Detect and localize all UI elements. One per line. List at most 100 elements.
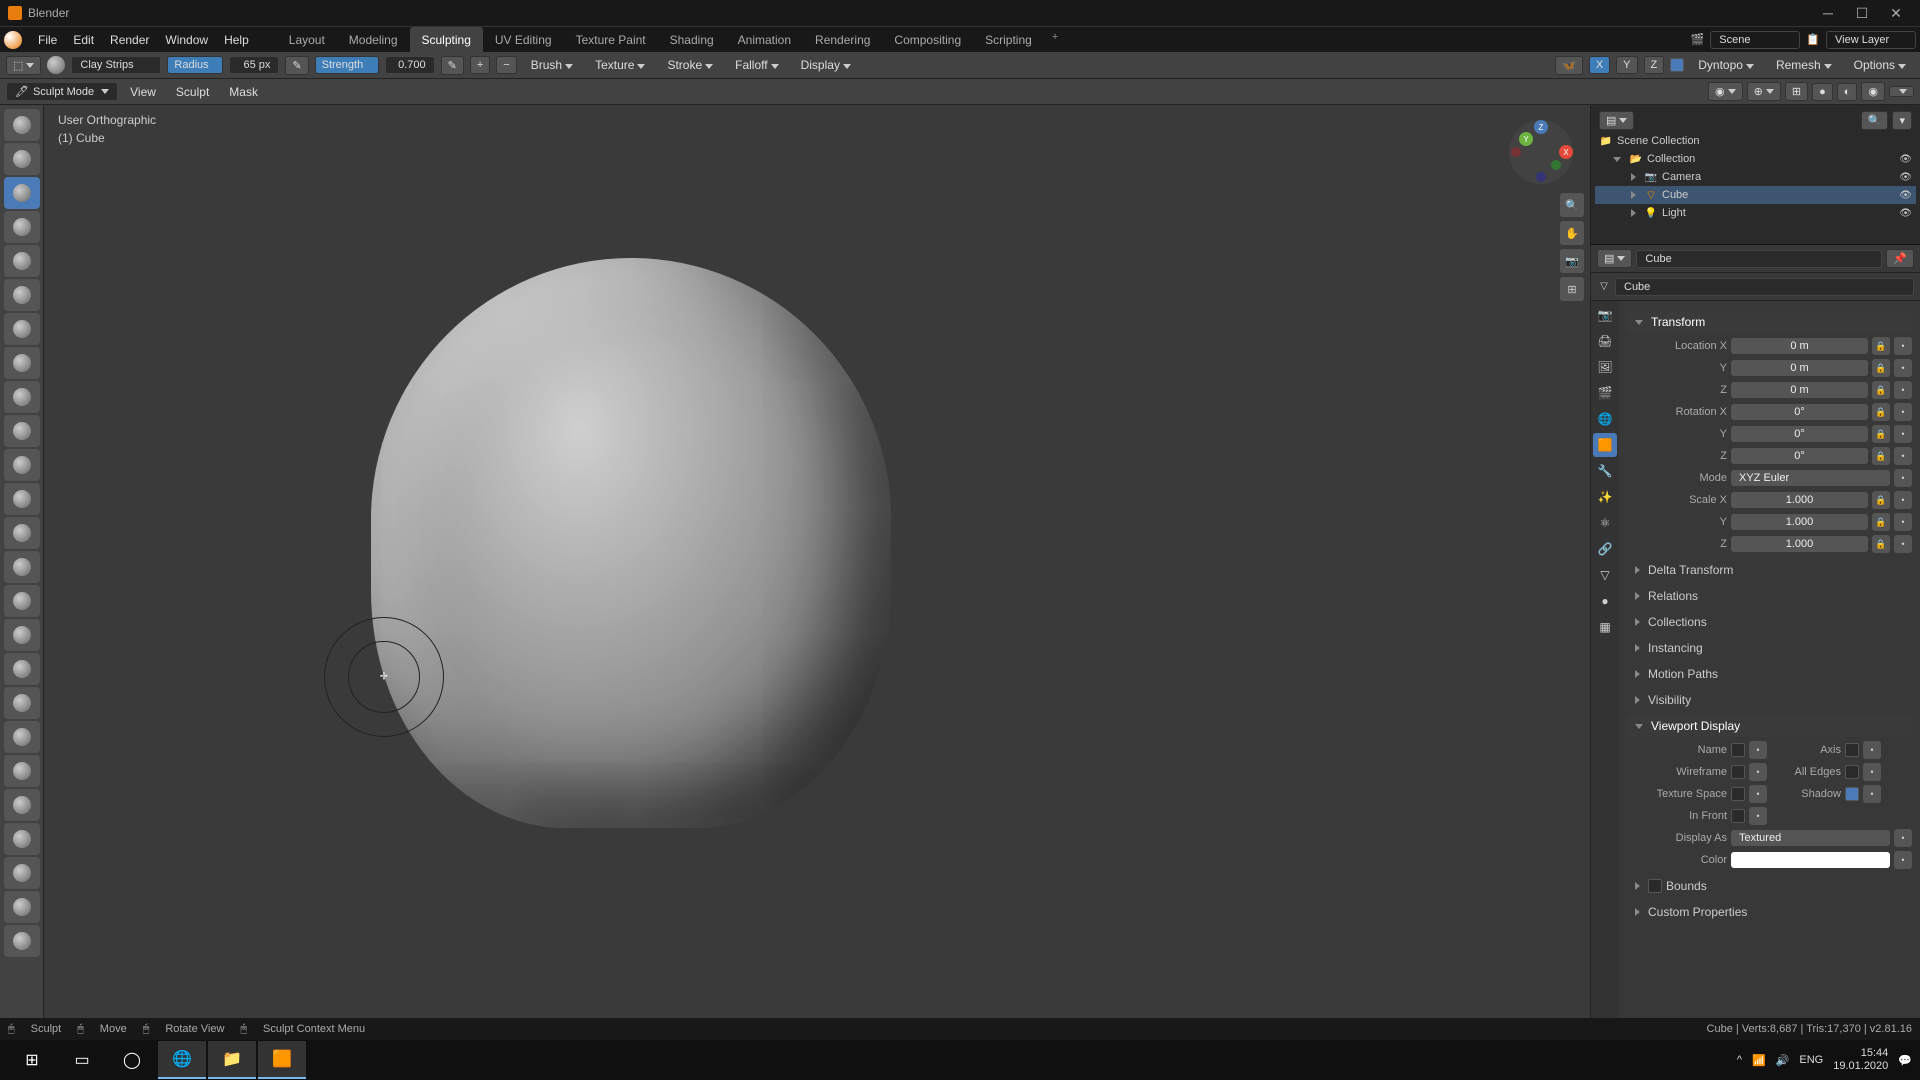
brush-name-field[interactable]: Clay Strips <box>71 56 161 74</box>
scene-tab-icon[interactable]: 🎬 <box>1593 381 1617 405</box>
tab-shading[interactable]: Shading <box>658 27 726 53</box>
anim-dot-icon[interactable]: • <box>1894 381 1912 399</box>
lock-icon[interactable]: 🔒 <box>1872 359 1890 377</box>
scrape-tool-icon[interactable] <box>4 449 40 481</box>
shading-wire-icon[interactable]: ⊞ <box>1785 82 1808 101</box>
shading-render-icon[interactable]: ◉ <box>1861 82 1885 101</box>
lock-icon[interactable]: 🔒 <box>1872 535 1890 553</box>
bounds-checkbox[interactable] <box>1648 879 1662 893</box>
radius-label[interactable]: Radius <box>167 56 223 74</box>
tab-animation[interactable]: Animation <box>726 27 803 53</box>
rotation-y-field[interactable]: 0° <box>1731 426 1868 442</box>
view-menu[interactable]: View <box>122 85 164 99</box>
snake-hook-tool-icon[interactable] <box>4 585 40 617</box>
light-item[interactable]: 💡 Light 👁 <box>1595 204 1916 222</box>
show-name-checkbox[interactable] <box>1731 743 1745 757</box>
outliner-search-icon[interactable]: 🔍 <box>1861 111 1889 130</box>
anim-dot-icon[interactable]: • <box>1863 741 1881 759</box>
mask-menu[interactable]: Mask <box>221 85 266 99</box>
mask-tool-icon[interactable] <box>4 789 40 821</box>
stroke-menu[interactable]: Stroke <box>659 58 721 72</box>
tab-rendering[interactable]: Rendering <box>803 27 882 53</box>
anim-dot-icon[interactable]: • <box>1863 763 1881 781</box>
anim-dot-icon[interactable]: • <box>1894 359 1912 377</box>
motion-paths-header[interactable]: Motion Paths <box>1627 663 1912 685</box>
output-tab-icon[interactable]: 🖨 <box>1593 329 1617 353</box>
notifications-icon[interactable]: 💬 <box>1898 1054 1912 1067</box>
texture-tab-icon[interactable]: ▦ <box>1593 615 1617 639</box>
shading-dropdown-icon[interactable] <box>1889 86 1914 97</box>
options-menu[interactable]: Options <box>1846 58 1914 72</box>
tab-modeling[interactable]: Modeling <box>337 27 410 53</box>
close-button[interactable]: ✕ <box>1880 3 1912 23</box>
nudge-tool-icon[interactable] <box>4 687 40 719</box>
props-editor-type-icon[interactable]: ▤ <box>1597 249 1632 268</box>
modifier-tab-icon[interactable]: 🔧 <box>1593 459 1617 483</box>
visibility-toggle-icon[interactable]: 👁 <box>1899 190 1912 201</box>
world-tab-icon[interactable]: 🌐 <box>1593 407 1617 431</box>
scene-collection-item[interactable]: 📁 Scene Collection <box>1595 132 1916 150</box>
anim-dot-icon[interactable]: • <box>1749 807 1767 825</box>
material-tab-icon[interactable]: ● <box>1593 589 1617 613</box>
blender-taskbar-icon[interactable]: 🟧 <box>258 1041 306 1079</box>
annotate-tool-icon[interactable] <box>4 925 40 957</box>
thumb-tool-icon[interactable] <box>4 619 40 651</box>
location-z-field[interactable]: 0 m <box>1731 382 1868 398</box>
outliner-filter-icon[interactable]: ▤ <box>1599 111 1634 130</box>
shadow-checkbox[interactable] <box>1845 787 1859 801</box>
minimize-button[interactable]: ─ <box>1812 3 1844 23</box>
texture-space-checkbox[interactable] <box>1731 787 1745 801</box>
anim-dot-icon[interactable]: • <box>1894 425 1912 443</box>
dyntopo-menu[interactable]: Dyntopo <box>1690 58 1762 72</box>
tray-chevron-icon[interactable]: ^ <box>1737 1054 1742 1066</box>
anim-dot-icon[interactable]: • <box>1894 829 1912 847</box>
explorer-icon[interactable]: 📁 <box>208 1041 256 1079</box>
viewport-display-header[interactable]: Viewport Display <box>1627 715 1912 737</box>
data-name-field[interactable]: Cube <box>1615 278 1914 296</box>
menu-render[interactable]: Render <box>102 33 157 47</box>
lock-icon[interactable]: 🔒 <box>1872 513 1890 531</box>
scale-z-field[interactable]: 1.000 <box>1731 536 1868 552</box>
sculpt-menu[interactable]: Sculpt <box>168 85 217 99</box>
blob-tool-icon[interactable] <box>4 279 40 311</box>
custom-properties-header[interactable]: Custom Properties <box>1627 901 1912 923</box>
tab-compositing[interactable]: Compositing <box>882 27 973 53</box>
texture-menu[interactable]: Texture <box>587 58 653 72</box>
object-name-field[interactable]: Cube <box>1636 250 1882 268</box>
strength-pressure-icon[interactable]: ✎ <box>441 56 464 75</box>
task-view-icon[interactable]: ▭ <box>58 1041 106 1079</box>
menu-help[interactable]: Help <box>216 33 257 47</box>
anim-dot-icon[interactable]: • <box>1749 763 1767 781</box>
pinch-tool-icon[interactable] <box>4 483 40 515</box>
bounds-header[interactable]: Bounds <box>1627 875 1912 897</box>
tab-sculpting[interactable]: Sculpting <box>410 27 483 53</box>
transform-panel-header[interactable]: Transform <box>1627 311 1912 333</box>
box-mask-tool-icon[interactable] <box>4 823 40 855</box>
scale-y-field[interactable]: 1.000 <box>1731 514 1868 530</box>
display-as-select[interactable]: Textured <box>1731 830 1890 846</box>
dyntopo-checkbox[interactable] <box>1670 58 1684 72</box>
mesh-data-tab-icon[interactable]: ▽ <box>1593 563 1617 587</box>
maximize-button[interactable]: ☐ <box>1846 3 1878 23</box>
direction-add-button[interactable]: + <box>470 56 490 74</box>
view-layer-field[interactable]: View Layer <box>1826 31 1916 49</box>
constraint-tab-icon[interactable]: 🔗 <box>1593 537 1617 561</box>
chrome-icon[interactable]: 🌐 <box>158 1041 206 1079</box>
overlays-button[interactable]: ◉ <box>1708 82 1743 101</box>
draw-tool-icon[interactable] <box>4 109 40 141</box>
clay-strips-tool-icon[interactable] <box>4 177 40 209</box>
cortana-icon[interactable]: ◯ <box>108 1041 156 1079</box>
lock-icon[interactable]: 🔒 <box>1872 381 1890 399</box>
anim-dot-icon[interactable]: • <box>1863 785 1881 803</box>
inflate-tool-icon[interactable] <box>4 245 40 277</box>
display-menu[interactable]: Display <box>793 58 859 72</box>
gizmo-button[interactable]: ⊕ <box>1747 82 1781 101</box>
shading-solid-icon[interactable]: ● <box>1812 83 1833 101</box>
3d-viewport[interactable]: User Orthographic (1) Cube ✛ X Y Z 🔍 ✋ 📷… <box>44 105 1590 1018</box>
brush-preview-icon[interactable] <box>47 56 65 74</box>
collection-item[interactable]: 📂 Collection 👁 <box>1595 150 1916 168</box>
all-edges-checkbox[interactable] <box>1845 765 1859 779</box>
wireframe-checkbox[interactable] <box>1731 765 1745 779</box>
scene-name-field[interactable]: Scene <box>1710 31 1800 49</box>
menu-window[interactable]: Window <box>157 33 216 47</box>
